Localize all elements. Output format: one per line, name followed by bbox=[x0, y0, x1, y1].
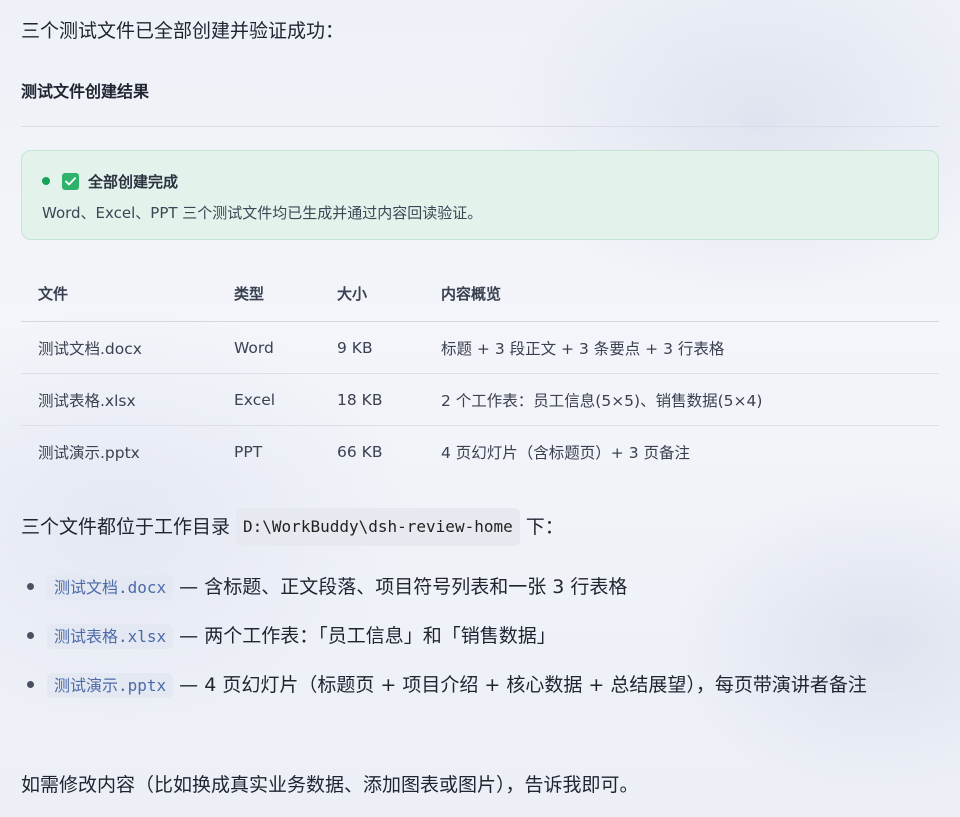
cell-file: 测试表格.xlsx bbox=[38, 391, 136, 410]
location-suffix: 下： bbox=[525, 516, 564, 538]
bullet-icon bbox=[27, 681, 34, 688]
cell-size: 9 KB bbox=[337, 338, 373, 357]
cell-file: 测试文档.docx bbox=[38, 339, 142, 358]
table-header: 文件 类型 大小 内容概览 bbox=[21, 266, 939, 322]
file-name[interactable]: 测试演示.pptx bbox=[47, 673, 174, 698]
cell-file: 测试演示.pptx bbox=[38, 444, 140, 462]
cell-overview: 标题 + 3 段正文 + 3 条要点 + 3 行表格 bbox=[441, 339, 725, 358]
outro-text: 如需修改内容（比如换成真实业务数据、添加图表或图片），告诉我即可。 bbox=[21, 774, 639, 796]
file-name[interactable]: 测试文档.docx bbox=[47, 575, 174, 600]
cell-type: PPT bbox=[234, 443, 263, 461]
header-overview: 内容概览 bbox=[441, 285, 502, 303]
header-size: 大小 bbox=[337, 285, 368, 303]
notice-title: 全部创建完成 bbox=[88, 172, 179, 191]
cell-type: Excel bbox=[234, 390, 276, 409]
intro-text: 三个测试文件已全部创建并验证成功： bbox=[21, 20, 345, 42]
cell-size: 18 KB bbox=[337, 390, 383, 409]
file-name[interactable]: 测试表格.xlsx bbox=[47, 624, 174, 649]
list-item: 测试演示.pptx — 4 页幻灯片（标题页 + 项目介绍 + 核心数据 + 总结… bbox=[21, 667, 939, 704]
success-notice: 全部创建完成 Word、Excel、PPT 三个测试文件均已生成并通过内容回读验… bbox=[21, 150, 939, 240]
file-desc: — 两个工作表：「员工信息」和「销售数据」 bbox=[179, 625, 556, 647]
status-dot-icon bbox=[42, 177, 50, 185]
list-item: 测试文档.docx — 含标题、正文段落、项目符号列表和一张 3 行表格 bbox=[21, 569, 939, 606]
bullet-icon bbox=[27, 632, 34, 639]
cell-overview: 4 页幻灯片（含标题页）+ 3 页备注 bbox=[441, 444, 690, 462]
header-file: 文件 bbox=[38, 285, 69, 303]
table-row: 测试文档.docx Word 9 KB 标题 + 3 段正文 + 3 条要点 +… bbox=[21, 322, 939, 374]
location-prefix: 三个文件都位于工作目录 bbox=[21, 516, 231, 538]
directory-path[interactable]: D:\WorkBuddy\dsh-review-home bbox=[236, 508, 520, 546]
list-item: 测试表格.xlsx — 两个工作表：「员工信息」和「销售数据」 bbox=[21, 618, 939, 655]
cell-overview: 2 个工作表：员工信息(5×5)、销售数据(5×4) bbox=[441, 391, 763, 410]
notice-body: Word、Excel、PPT 三个测试文件均已生成并通过内容回读验证。 bbox=[42, 204, 483, 222]
file-list: 测试文档.docx — 含标题、正文段落、项目符号列表和一张 3 行表格 测试表格… bbox=[21, 569, 939, 716]
header-type: 类型 bbox=[234, 285, 265, 303]
check-box-icon bbox=[62, 172, 79, 190]
table-row: 测试演示.pptx PPT 66 KB 4 页幻灯片（含标题页）+ 3 页备注 bbox=[21, 426, 939, 478]
cell-type: Word bbox=[234, 338, 274, 357]
cell-size: 66 KB bbox=[337, 443, 383, 461]
notice-header: 全部创建完成 bbox=[42, 170, 178, 192]
file-desc: — 4 页幻灯片（标题页 + 项目介绍 + 核心数据 + 总结展望），每页带演讲… bbox=[179, 674, 867, 696]
table-row: 测试表格.xlsx Excel 18 KB 2 个工作表：员工信息(5×5)、销… bbox=[21, 374, 939, 426]
bullet-icon bbox=[27, 583, 34, 590]
divider bbox=[21, 126, 939, 127]
section-title: 测试文件创建结果 bbox=[21, 82, 150, 101]
file-desc: — 含标题、正文段落、项目符号列表和一张 3 行表格 bbox=[179, 576, 628, 598]
results-table: 文件 类型 大小 内容概览 测试文档.docx Word 9 KB 标题 + 3… bbox=[21, 266, 939, 478]
location-line: 三个文件都位于工作目录 D:\WorkBuddy\dsh-review-home… bbox=[21, 508, 564, 546]
